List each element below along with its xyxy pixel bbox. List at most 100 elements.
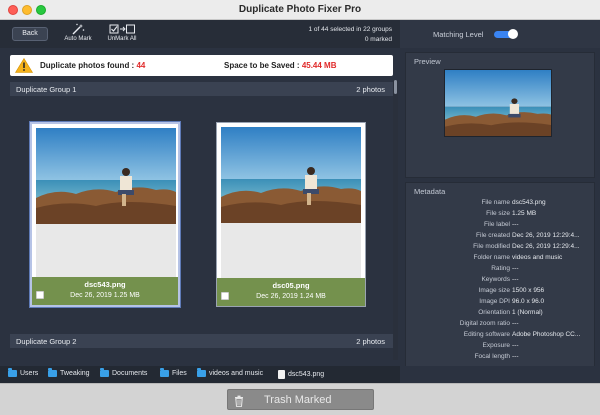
duplicates-found: Duplicate photos found : 44 <box>40 61 145 70</box>
metadata-value: --- <box>512 320 519 327</box>
metadata-key: Editing software <box>463 331 510 338</box>
metadata-value: --- <box>512 342 519 349</box>
photo-footer: dsc543.png Dec 26, 2019 1.25 MB <box>32 277 178 305</box>
path-label: Documents <box>112 370 148 377</box>
metadata-row: Exposure --- <box>406 342 594 352</box>
photo-thumbnail <box>221 127 361 223</box>
metadata-key: Orientation <box>478 309 510 316</box>
group-name: Duplicate Group 2 <box>16 337 77 346</box>
path-item[interactable]: dsc543.png <box>278 370 324 379</box>
metadata-value: videos and music <box>512 254 563 261</box>
metadata-row: Image DPI 96.0 x 96.0 <box>406 298 594 308</box>
metadata-row: File created Dec 26, 2019 12:29:4... <box>406 232 594 242</box>
matching-level-bar: Matching Level <box>400 20 600 48</box>
vertical-scrollbar[interactable] <box>393 80 398 360</box>
metadata-row: Orientation 1 (Normal) <box>406 309 594 319</box>
path-bar: Users Tweaking Documents Files videos an… <box>0 366 400 383</box>
metadata-key: File size <box>486 210 510 217</box>
folder-icon <box>160 368 169 377</box>
metadata-value: Adobe Photoshop CC... <box>512 331 581 338</box>
metadata-key: Focal length <box>474 353 510 360</box>
path-label: dsc543.png <box>288 371 325 378</box>
space-to-save-label: Space to be Saved : <box>224 61 302 70</box>
metadata-key: File created <box>476 232 510 239</box>
metadata-key: Exposure <box>482 342 510 349</box>
metadata-row: Folder name videos and music <box>406 254 594 264</box>
preview-panel: Preview <box>405 52 595 178</box>
group-count: 2 photos <box>356 85 385 94</box>
matching-level-label: Matching Level <box>433 30 484 39</box>
metadata-value: 1500 x 956 <box>512 287 545 294</box>
metadata-key: Digital zoom ratio <box>459 320 510 327</box>
space-to-save: Space to be Saved : 45.44 MB <box>224 61 337 70</box>
trash-marked-button[interactable]: Trash Marked <box>227 389 374 410</box>
unmark-all-label: UnMark All <box>107 36 137 42</box>
metadata-key: Rating <box>491 265 510 272</box>
photo-blank-area <box>221 223 361 281</box>
folder-icon <box>8 368 17 377</box>
metadata-value: Dec 26, 2019 12:29:4... <box>512 243 580 250</box>
right-bottom-spacer <box>400 366 600 383</box>
metadata-row: File label --- <box>406 221 594 231</box>
photo-thumbnail <box>36 128 176 224</box>
magic-wand-icon <box>58 23 98 35</box>
back-button[interactable]: Back <box>12 27 48 41</box>
metadata-row: Image size 1500 x 956 <box>406 287 594 297</box>
toggle-knob <box>508 29 518 39</box>
path-item[interactable]: Documents <box>100 368 148 377</box>
file-icon <box>278 370 285 379</box>
path-item[interactable]: Users <box>8 368 38 377</box>
group-count: 2 photos <box>356 337 385 346</box>
metadata-value: dsc543.png <box>512 199 546 206</box>
title-bar: Duplicate Photo Fixer Pro <box>0 0 600 20</box>
metadata-row: File modified Dec 26, 2019 12:29:4... <box>406 243 594 253</box>
preview-image <box>444 69 552 137</box>
warning-icon <box>14 57 34 78</box>
marked-count: 0 marked <box>364 36 392 43</box>
action-bar: Trash Marked <box>0 383 600 415</box>
auto-mark-button[interactable]: Auto Mark <box>58 23 98 47</box>
path-label: Tweaking <box>60 370 90 377</box>
photo-footer: dsc05.png Dec 26, 2019 1.24 MB <box>217 278 365 306</box>
metadata-row: Digital zoom ratio --- <box>406 320 594 330</box>
scrollbar-thumb[interactable] <box>394 80 397 94</box>
metadata-value: --- <box>512 221 519 228</box>
unmark-all-icon <box>102 23 142 35</box>
duplicates-found-count: 44 <box>136 61 146 70</box>
path-item[interactable]: videos and music <box>197 368 263 377</box>
group-header-2[interactable]: Duplicate Group 2 2 photos <box>10 334 393 348</box>
selection-info: 1 of 44 selected in 22 groups 0 marked <box>309 25 392 45</box>
folder-icon <box>100 368 109 377</box>
group-name: Duplicate Group 1 <box>16 85 77 94</box>
preview-title: Preview <box>414 57 441 66</box>
metadata-key: File name <box>481 199 510 206</box>
metadata-row: Rating --- <box>406 265 594 275</box>
unmark-all-button[interactable]: UnMark All <box>102 23 142 47</box>
metadata-value: 96.0 x 96.0 <box>512 298 545 305</box>
metadata-key: Folder name <box>473 254 511 261</box>
metadata-key: Image DPI <box>479 298 510 305</box>
metadata-key: Keywords <box>481 276 510 283</box>
metadata-value: 1.25 MB <box>512 210 537 217</box>
metadata-key: File label <box>483 221 510 228</box>
metadata-panel: Metadata File name dsc543.png File size 1.2… <box>405 182 595 378</box>
group-header-1[interactable]: Duplicate Group 1 2 photos <box>10 82 393 96</box>
photo-filename: dsc543.png <box>84 280 126 289</box>
photo-card-1[interactable]: dsc543.png Dec 26, 2019 1.25 MB <box>30 122 180 307</box>
path-item[interactable]: Files <box>160 368 187 377</box>
metadata-row: File name dsc543.png <box>406 199 594 209</box>
trash-marked-label: Trash Marked <box>264 394 332 406</box>
photo-card-2[interactable]: dsc05.png Dec 26, 2019 1.24 MB <box>216 122 366 307</box>
metadata-value: --- <box>512 265 519 272</box>
metadata-row: Keywords --- <box>406 276 594 286</box>
path-label: Files <box>172 370 187 377</box>
duplicates-found-label: Duplicate photos found : <box>40 61 137 70</box>
metadata-value: --- <box>512 276 519 283</box>
folder-icon <box>197 368 206 377</box>
photo-filename: dsc05.png <box>272 281 310 290</box>
metadata-row: File size 1.25 MB <box>406 210 594 220</box>
metadata-value: Dec 26, 2019 12:29:4... <box>512 232 580 239</box>
path-item[interactable]: Tweaking <box>48 368 90 377</box>
matching-level-toggle[interactable] <box>494 29 518 39</box>
auto-mark-label: Auto Mark <box>64 36 92 42</box>
